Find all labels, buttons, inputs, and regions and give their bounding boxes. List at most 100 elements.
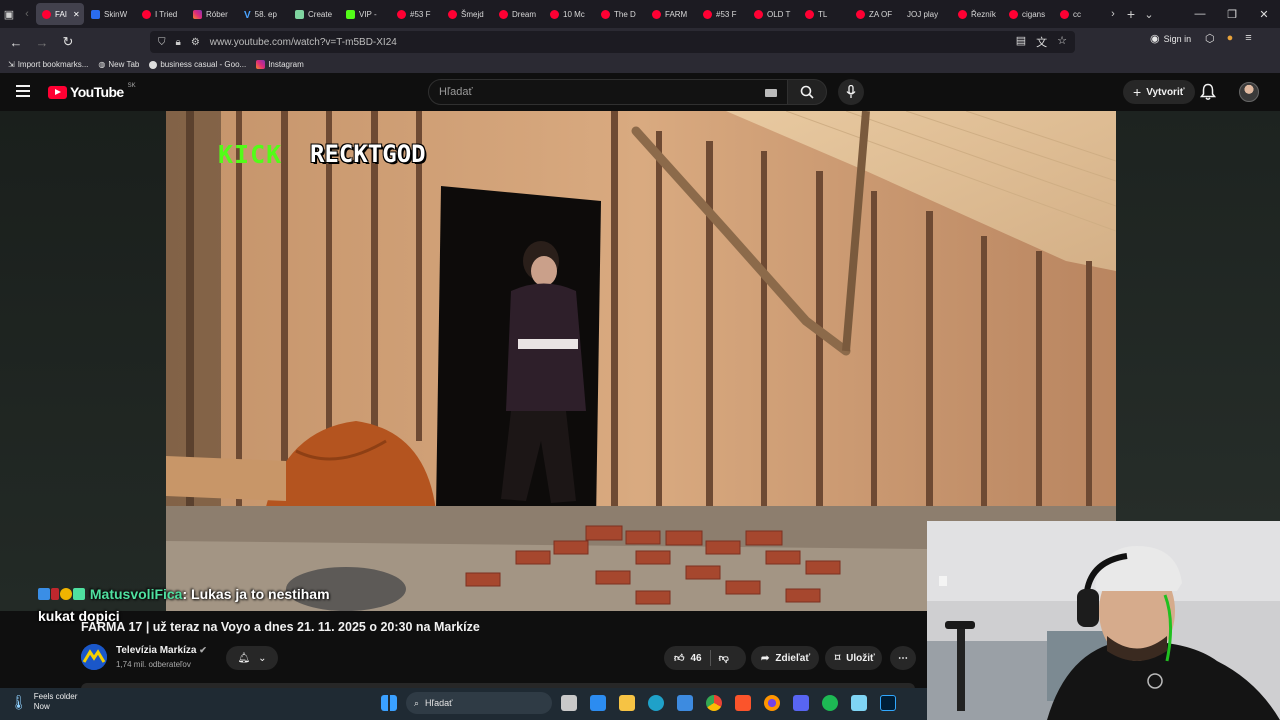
create-button[interactable]: + Vytvoriť	[1123, 80, 1195, 104]
thermometer-icon: 🌡︎	[10, 693, 28, 710]
shield-icon[interactable]: ⛉	[158, 37, 166, 48]
browser-tab[interactable]: Šmejd	[442, 3, 492, 25]
channel-name[interactable]: Televízia Markíza ✔︎	[116, 645, 207, 656]
browser-tab[interactable]: The D	[595, 3, 645, 25]
bookmark-star-icon[interactable]: ☆	[1057, 34, 1067, 50]
window-controls: — ❐ ✕	[1184, 0, 1280, 28]
search-button[interactable]	[787, 79, 827, 105]
reload-icon[interactable]: ↻	[56, 30, 80, 54]
start-windows-icon[interactable]	[381, 695, 397, 711]
site-favicon-icon	[295, 9, 304, 19]
tab-list-icon[interactable]: ▣	[0, 3, 18, 25]
tab-menu-chevron-icon[interactable]: ⌄	[1140, 3, 1158, 25]
streamer-name-overlay: RECKTGOD	[310, 140, 426, 168]
import-icon: ⇲	[8, 60, 15, 69]
browser-tab[interactable]: V 58. ep	[238, 3, 288, 25]
extensions-icon[interactable]: ⬡	[1205, 32, 1215, 45]
stream-right-background	[1116, 111, 1280, 521]
brave-icon[interactable]	[735, 695, 751, 711]
discord-icon[interactable]	[793, 695, 809, 711]
chat-badge-icon	[60, 588, 72, 600]
browser-tab[interactable]: JOJ play	[901, 3, 951, 25]
like-dislike-bar: 👍︎ 46 👎︎	[664, 646, 746, 670]
divider	[709, 650, 711, 666]
edge-icon[interactable]	[648, 695, 664, 711]
taskbar-search-placeholder: Hľadať	[425, 698, 453, 708]
account-avatar[interactable]	[1239, 82, 1259, 102]
browser-tab[interactable]: OLD T	[748, 3, 798, 25]
bookmark-new-tab[interactable]: ◍ New Tab	[98, 60, 139, 69]
keyboard-icon[interactable]	[765, 89, 777, 97]
photoshop-icon[interactable]	[880, 695, 896, 711]
share-button[interactable]: ➦ Zdieľať	[751, 646, 819, 670]
save-label: Uložiť	[846, 652, 875, 664]
guide-menu-icon[interactable]	[16, 85, 30, 97]
browser-tab[interactable]: SkinW	[85, 3, 135, 25]
browser-tab[interactable]: ZA OF	[850, 3, 900, 25]
weather-widget[interactable]: 🌡︎ Feels colder Now	[10, 692, 77, 712]
browser-tab[interactable]: VIP -	[340, 3, 390, 25]
youtube-wordmark: YouTube	[70, 84, 124, 100]
youtube-play-icon	[48, 85, 67, 99]
bookmark-import[interactable]: ⇲ Import bookmarks...	[8, 60, 88, 69]
firefox-icon[interactable]	[764, 695, 780, 711]
scroll-tabs-right-icon[interactable]: ›	[1104, 3, 1122, 25]
search-input[interactable]: Hľadať	[428, 79, 788, 105]
address-bar[interactable]: ⛉ 🔒︎ ⚙︎ www.youtube.com/watch?v=T-m5BD-X…	[150, 31, 1075, 53]
profile-color-icon[interactable]: ●	[1227, 32, 1234, 45]
dislike-button[interactable]: 👎︎	[719, 652, 729, 664]
tab-label: Create	[308, 9, 333, 19]
scroll-tabs-left-icon[interactable]: ‹	[18, 3, 36, 25]
browser-tab[interactable]: FAI ✕	[36, 3, 84, 25]
back-icon[interactable]: ←	[4, 30, 28, 54]
spotify-icon[interactable]	[822, 695, 838, 711]
url-text[interactable]: www.youtube.com/watch?v=T-m5BD-XI24	[210, 37, 397, 48]
browser-tab[interactable]: 10 Mc	[544, 3, 594, 25]
url-actions: ▤ 文 ☆	[1016, 34, 1067, 50]
browser-tab[interactable]: cigans	[1003, 3, 1053, 25]
browser-tab[interactable]: Dream	[493, 3, 543, 25]
browser-tab[interactable]: Róber	[187, 3, 237, 25]
forward-icon[interactable]: →	[30, 30, 54, 54]
file-explorer-icon[interactable]	[619, 695, 635, 711]
task-view-icon[interactable]	[561, 695, 577, 711]
browser-tab[interactable]: Create	[289, 3, 339, 25]
region-code: SK	[127, 83, 136, 89]
chat-badge-icon	[38, 588, 50, 600]
sign-in-button[interactable]: ◉ Sign in	[1150, 32, 1191, 45]
channel-avatar[interactable]	[81, 644, 107, 670]
restore-icon[interactable]: ❐	[1216, 0, 1248, 28]
voice-search-button[interactable]	[838, 79, 864, 105]
browser-tab[interactable]: FARM	[646, 3, 696, 25]
close-window-icon[interactable]: ✕	[1248, 0, 1280, 28]
reader-view-icon[interactable]: ▤	[1016, 34, 1026, 50]
notification-settings-button[interactable]: 🔔︎ ⌄	[226, 646, 278, 670]
photos-icon[interactable]	[677, 695, 693, 711]
permissions-icon[interactable]: ⚙︎	[191, 37, 200, 48]
browser-tab[interactable]: #53 F	[697, 3, 747, 25]
bookmark-instagram[interactable]: Instagram	[256, 60, 304, 69]
more-actions-button[interactable]: ⋯	[890, 646, 916, 670]
taskbar-search[interactable]: ⌕ Hľadať	[406, 692, 552, 714]
browser-tab[interactable]: I Tried	[136, 3, 186, 25]
close-tab-icon[interactable]: ✕	[73, 10, 80, 19]
notifications-bell-icon[interactable]	[1200, 83, 1216, 101]
browser-tab[interactable]: TL	[799, 3, 849, 25]
browser-tab[interactable]: #53 F	[391, 3, 441, 25]
save-button[interactable]: ⌑ Uložiť	[825, 646, 882, 670]
translate-icon[interactable]: 文	[1036, 34, 1047, 50]
thumbs-down-icon: 👎︎	[718, 653, 729, 664]
like-button[interactable]: 👍︎ 46	[674, 652, 702, 665]
minimize-icon[interactable]: —	[1184, 0, 1216, 28]
new-tab-icon[interactable]: +	[1122, 3, 1140, 25]
lock-icon[interactable]: 🔒︎	[176, 37, 181, 48]
menu-icon[interactable]: ≡	[1245, 32, 1251, 45]
youtube-logo[interactable]: YouTube SK	[48, 83, 136, 100]
browser-tab[interactable]: Řezník	[952, 3, 1002, 25]
browser-tab[interactable]: cc	[1054, 3, 1104, 25]
notepad-icon[interactable]	[851, 695, 867, 711]
bookmark-google[interactable]: business casual - Goo...	[149, 60, 246, 69]
youtube-favicon-icon	[703, 9, 712, 19]
chrome-icon[interactable]	[706, 695, 722, 711]
store-icon[interactable]	[590, 695, 606, 711]
